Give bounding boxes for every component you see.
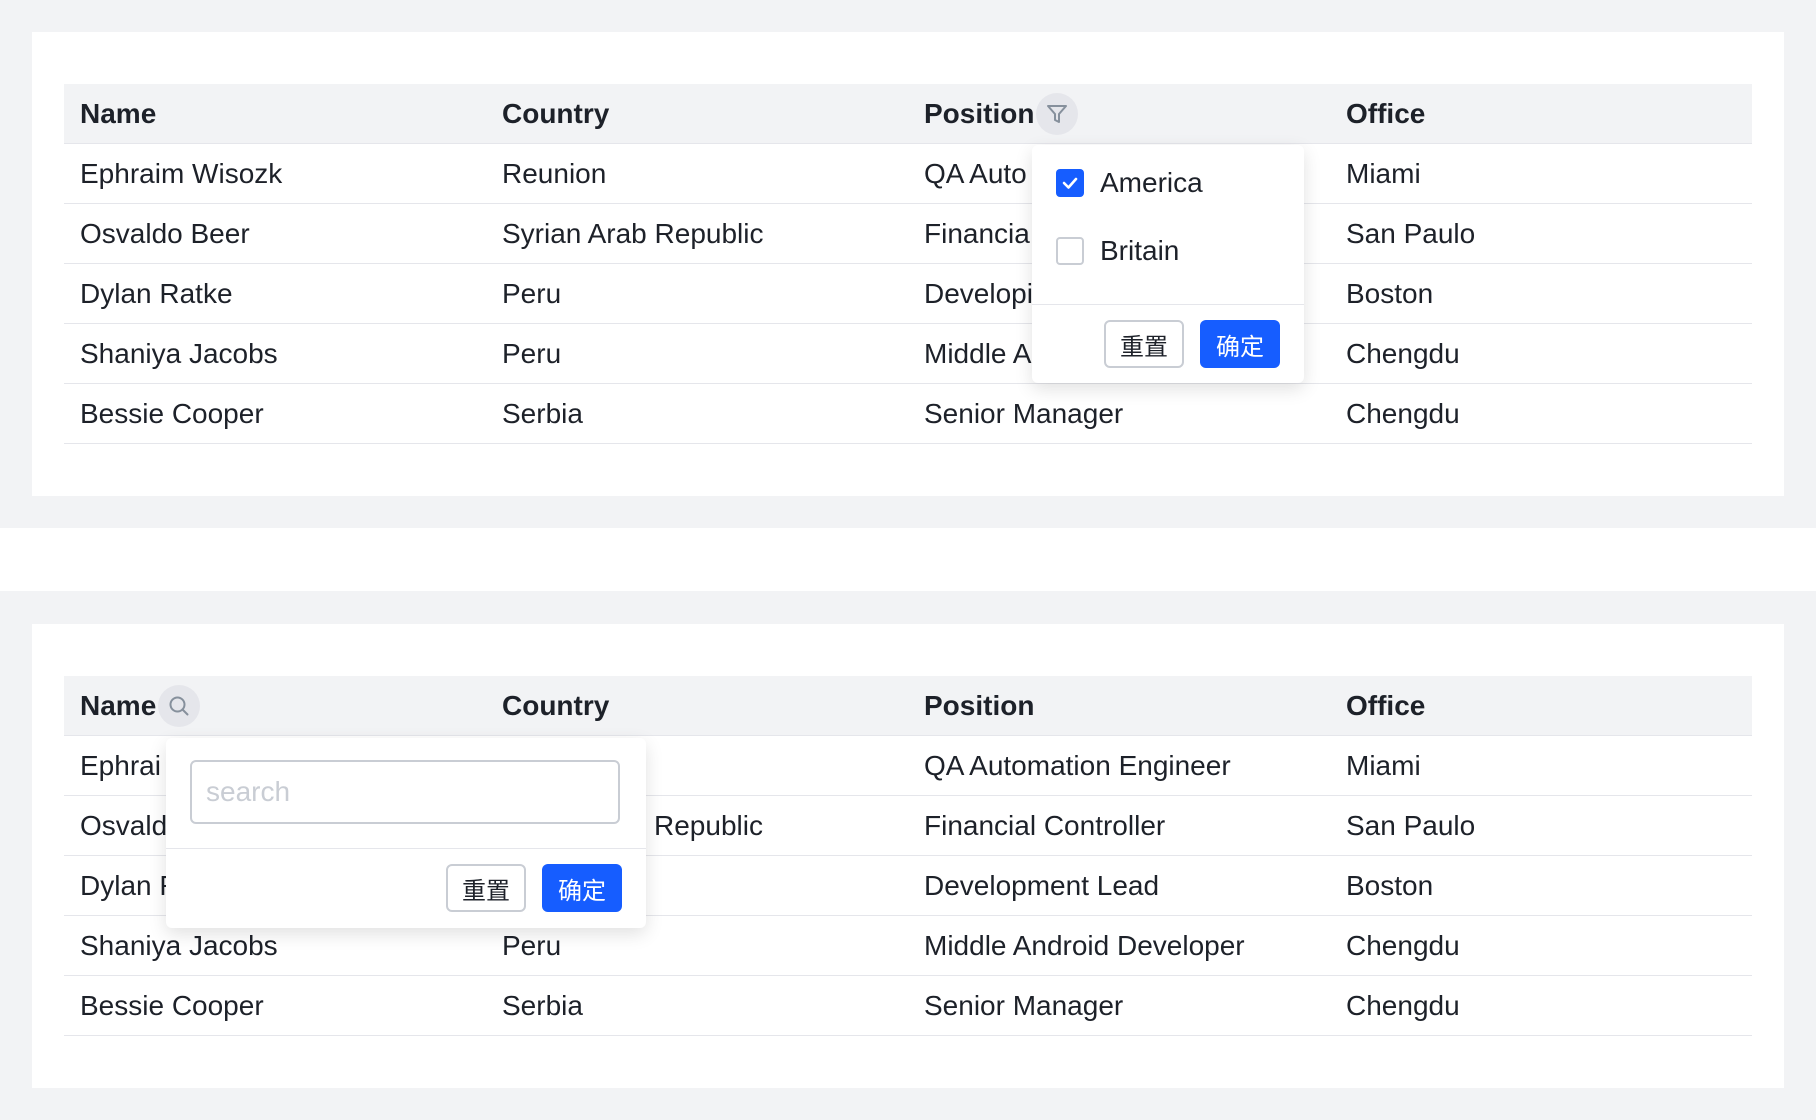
column-header-label: Position: [924, 97, 1035, 129]
search-icon[interactable]: [158, 684, 201, 727]
cell-name: Osvaldo Beer: [80, 217, 250, 249]
cell-office: Chengdu: [1346, 397, 1460, 429]
column-header-name[interactable]: Name: [80, 676, 500, 735]
checkbox-checked[interactable]: [1056, 169, 1084, 197]
reset-button[interactable]: 重置: [1104, 320, 1184, 368]
cell-office: Boston: [1346, 869, 1434, 901]
column-header-office[interactable]: Office: [1346, 676, 1746, 735]
table-row[interactable]: Ephraim Wisozk Reunion QA Auto Miami: [64, 144, 1752, 204]
column-header-country[interactable]: Country: [502, 676, 922, 735]
checkbox-unchecked[interactable]: [1056, 237, 1084, 265]
table-row[interactable]: Bessie Cooper Serbia Senior Manager Chen…: [64, 384, 1752, 444]
filter-icon[interactable]: [1036, 92, 1079, 135]
column-header-position[interactable]: Position: [924, 84, 1344, 143]
filter-option-america[interactable]: America: [1056, 167, 1203, 199]
cell-country: Syrian Arab Republic: [502, 217, 764, 249]
cell-country: Serbia: [502, 989, 583, 1021]
cell-position: Senior Manager: [924, 397, 1124, 429]
cell-name: Bessie Cooper: [80, 989, 264, 1021]
cell-office: San Paulo: [1346, 809, 1476, 841]
reset-button[interactable]: 重置: [446, 864, 526, 912]
cell-office: Chengdu: [1346, 989, 1460, 1021]
table-row[interactable]: Bessie Cooper Serbia Senior Manager Chen…: [64, 976, 1752, 1036]
search-input[interactable]: [190, 760, 620, 824]
cell-position: QA Automation Engineer: [924, 749, 1231, 781]
cell-position: Financial Controller: [924, 809, 1166, 841]
cell-country: Peru: [502, 337, 562, 369]
confirm-button[interactable]: 确定: [1200, 320, 1280, 368]
cell-position: Development Lead: [924, 869, 1160, 901]
search-dropdown: 重置 确定: [166, 738, 646, 928]
divider: [166, 848, 646, 849]
table-row[interactable]: Dylan Ratke Peru Developi Boston: [64, 264, 1752, 324]
cell-name: Ephraim Wisozk: [80, 157, 283, 189]
cell-country: Serbia: [502, 397, 583, 429]
data-table: Name Country Position Office Ephraim Wis…: [64, 84, 1752, 444]
cell-name: Shaniya Jacobs: [80, 337, 278, 369]
cell-office: Chengdu: [1346, 929, 1460, 961]
table-header: Name Country Position Office: [64, 676, 1752, 736]
cell-country: Reunion: [502, 157, 607, 189]
table-row[interactable]: Osvaldo Beer Syrian Arab Republic Financ…: [64, 204, 1752, 264]
filter-option-label: America: [1100, 167, 1203, 198]
cell-office: Miami: [1346, 157, 1421, 189]
table-card-filter: Name Country Position Office Ephraim Wis…: [32, 32, 1784, 496]
cell-country: Peru: [502, 277, 562, 309]
confirm-button[interactable]: 确定: [542, 864, 622, 912]
column-header-position[interactable]: Position: [924, 676, 1344, 735]
cell-name: Bessie Cooper: [80, 397, 264, 429]
table-row[interactable]: Shaniya Jacobs Peru Middle A Chengdu: [64, 324, 1752, 384]
filter-dropdown: America Britain 重置 确定: [1032, 145, 1304, 383]
cell-office: Boston: [1346, 277, 1434, 309]
column-header-name[interactable]: Name: [80, 84, 500, 143]
filter-option-label: Britain: [1100, 235, 1180, 266]
column-header-country[interactable]: Country: [502, 84, 922, 143]
cell-office: Chengdu: [1346, 337, 1460, 369]
cell-position: Senior Manager: [924, 989, 1124, 1021]
cell-office: Miami: [1346, 749, 1421, 781]
column-header-office[interactable]: Office: [1346, 84, 1746, 143]
divider: [1032, 304, 1304, 305]
cell-office: San Paulo: [1346, 217, 1476, 249]
filter-option-britain[interactable]: Britain: [1056, 235, 1179, 267]
cell-name: Dylan Ratke: [80, 277, 233, 309]
column-header-label: Name: [80, 689, 157, 721]
table-header: Name Country Position Office: [64, 84, 1752, 144]
cell-position: Middle Android Developer: [924, 929, 1245, 961]
